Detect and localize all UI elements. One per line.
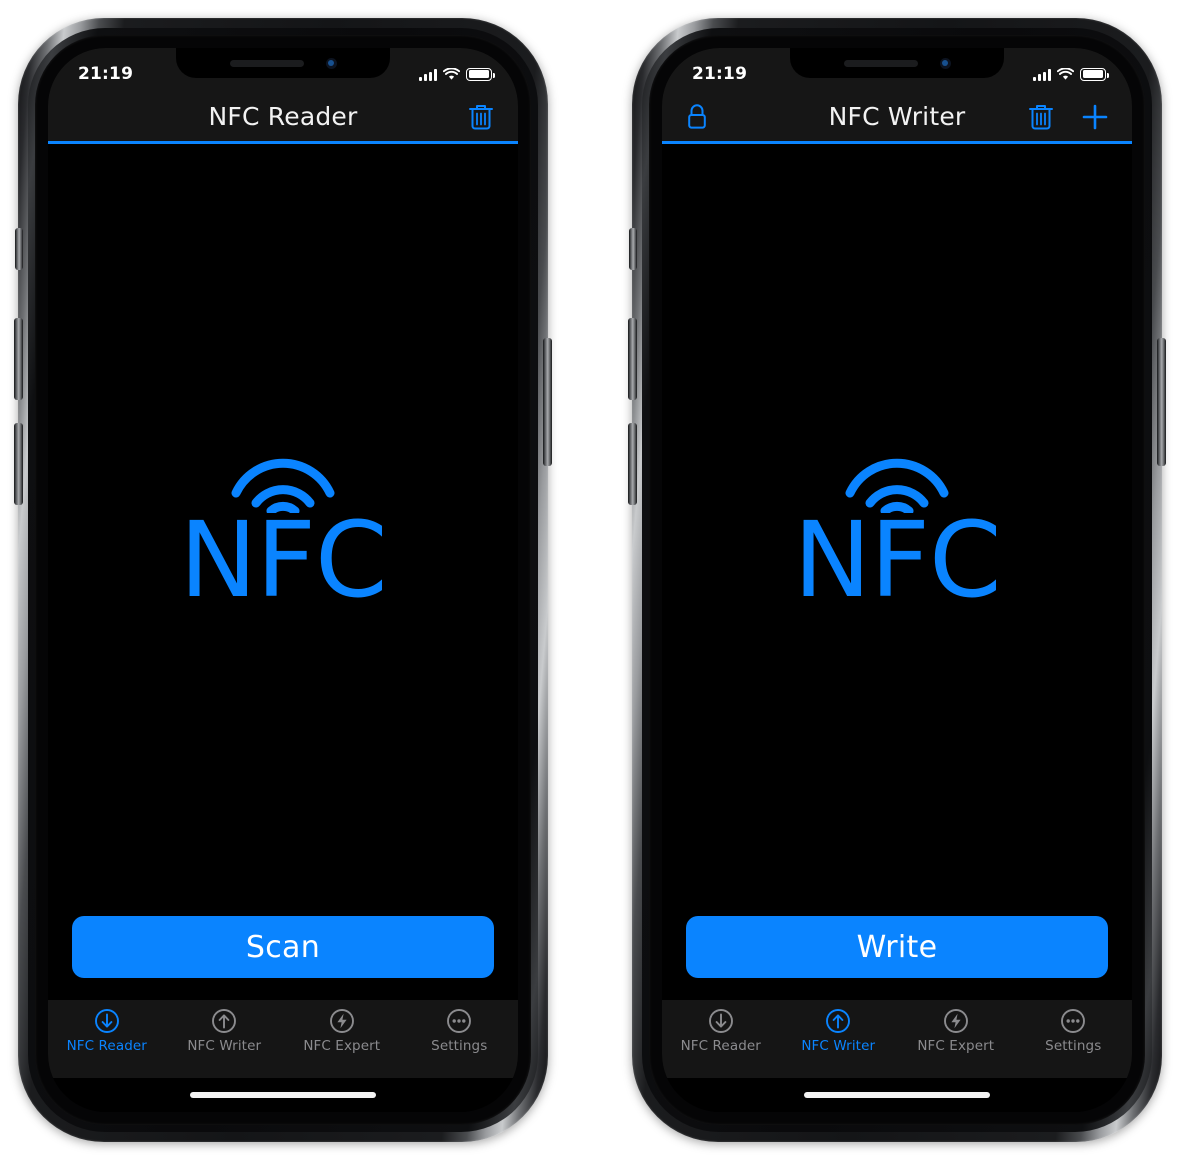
signal-bars-icon (1033, 68, 1051, 81)
battery-icon (466, 67, 495, 81)
earpiece-speaker-icon (229, 59, 304, 67)
tab-label: NFC Writer (187, 1038, 262, 1054)
nav-right-items (1026, 101, 1110, 133)
status-bar-icons (419, 60, 495, 81)
bolt-circle-icon (329, 1008, 355, 1034)
main-content: NFC Write (662, 144, 1132, 1000)
main-content: NFC Scan (48, 144, 518, 1000)
tab-label: NFC Reader (680, 1038, 761, 1054)
battery-icon (1080, 67, 1109, 81)
volume-down-button[interactable] (14, 318, 23, 400)
tab-nfc-writer[interactable]: NFC Writer (166, 1008, 284, 1054)
home-indicator-area (48, 1078, 518, 1112)
notch (176, 48, 390, 78)
tab-label: NFC Expert (917, 1038, 995, 1054)
wifi-icon (1057, 67, 1074, 80)
power-button[interactable] (1157, 338, 1166, 466)
arrow-down-circle-icon (94, 1008, 120, 1034)
tab-label: Settings (431, 1038, 488, 1054)
notch (790, 48, 1004, 78)
action-button-container: Scan (72, 916, 494, 978)
status-bar-icons (1033, 60, 1109, 81)
tab-label: NFC Reader (66, 1038, 147, 1054)
device-nfc-writer: 21:19 NFC Writer NFC Write NFC Reader NF… (628, 18, 1166, 1142)
tab-bar: NFC Reader NFC Writer NFC Expert Setting… (662, 1000, 1132, 1078)
signal-bars-icon (419, 68, 437, 81)
mute-switch-button[interactable] (629, 228, 637, 270)
home-indicator[interactable] (190, 1092, 376, 1098)
home-indicator-area (662, 1078, 1132, 1112)
navigation-bar: NFC Writer (662, 92, 1132, 144)
page-title: NFC Reader (208, 102, 358, 131)
front-camera-icon (939, 57, 951, 69)
power-button[interactable] (543, 338, 552, 466)
arrow-up-circle-icon (825, 1008, 851, 1034)
tab-label: NFC Expert (303, 1038, 381, 1054)
nfc-logo: NFC (793, 445, 1002, 622)
nav-left-items (684, 101, 710, 133)
tab-nfc-reader[interactable]: NFC Reader (662, 1008, 780, 1054)
arrow-up-circle-icon (211, 1008, 237, 1034)
tab-nfc-reader[interactable]: NFC Reader (48, 1008, 166, 1054)
device-screen: 21:19 NFC Writer NFC Write NFC Reader NF… (662, 48, 1132, 1112)
write-button[interactable]: Write (686, 916, 1108, 978)
device-nfc-reader: 21:19 NFC Reader NFC Scan NFC Reader NFC… (14, 18, 552, 1142)
bolt-circle-icon (943, 1008, 969, 1034)
earpiece-speaker-icon (843, 59, 918, 67)
wifi-icon (443, 67, 460, 80)
trash-icon[interactable] (466, 101, 496, 133)
device-screen: 21:19 NFC Reader NFC Scan NFC Reader NFC… (48, 48, 518, 1112)
screenshot-stage: 21:19 NFC Reader NFC Scan NFC Reader NFC… (0, 0, 1200, 1159)
tab-label: Settings (1045, 1038, 1102, 1054)
mute-switch-button[interactable] (15, 228, 23, 270)
tab-label: NFC Writer (801, 1038, 876, 1054)
ellipsis-circle-icon (446, 1008, 472, 1034)
tab-nfc-expert[interactable]: NFC Expert (283, 1008, 401, 1054)
nfc-logo: NFC (179, 445, 388, 622)
scan-button[interactable]: Scan (72, 916, 494, 978)
tab-nfc-expert[interactable]: NFC Expert (897, 1008, 1015, 1054)
navigation-bar: NFC Reader (48, 92, 518, 144)
tab-settings[interactable]: Settings (401, 1008, 519, 1054)
nfc-logo-text: NFC (179, 499, 387, 622)
nfc-logo-text: NFC (793, 499, 1001, 622)
home-indicator[interactable] (804, 1092, 990, 1098)
trash-icon[interactable] (1026, 101, 1056, 133)
volume-up-button[interactable] (628, 423, 637, 505)
status-bar-time: 21:19 (78, 64, 134, 84)
status-bar-time: 21:19 (692, 64, 748, 84)
arrow-down-circle-icon (708, 1008, 734, 1034)
tab-settings[interactable]: Settings (1015, 1008, 1133, 1054)
volume-up-button[interactable] (14, 423, 23, 505)
tab-bar: NFC Reader NFC Writer NFC Expert Setting… (48, 1000, 518, 1078)
front-camera-icon (325, 57, 337, 69)
ellipsis-circle-icon (1060, 1008, 1086, 1034)
action-button-container: Write (686, 916, 1108, 978)
tab-nfc-writer[interactable]: NFC Writer (780, 1008, 898, 1054)
lock-icon[interactable] (684, 101, 710, 133)
plus-icon[interactable] (1080, 102, 1110, 132)
volume-down-button[interactable] (628, 318, 637, 400)
nav-right-items (466, 101, 496, 133)
